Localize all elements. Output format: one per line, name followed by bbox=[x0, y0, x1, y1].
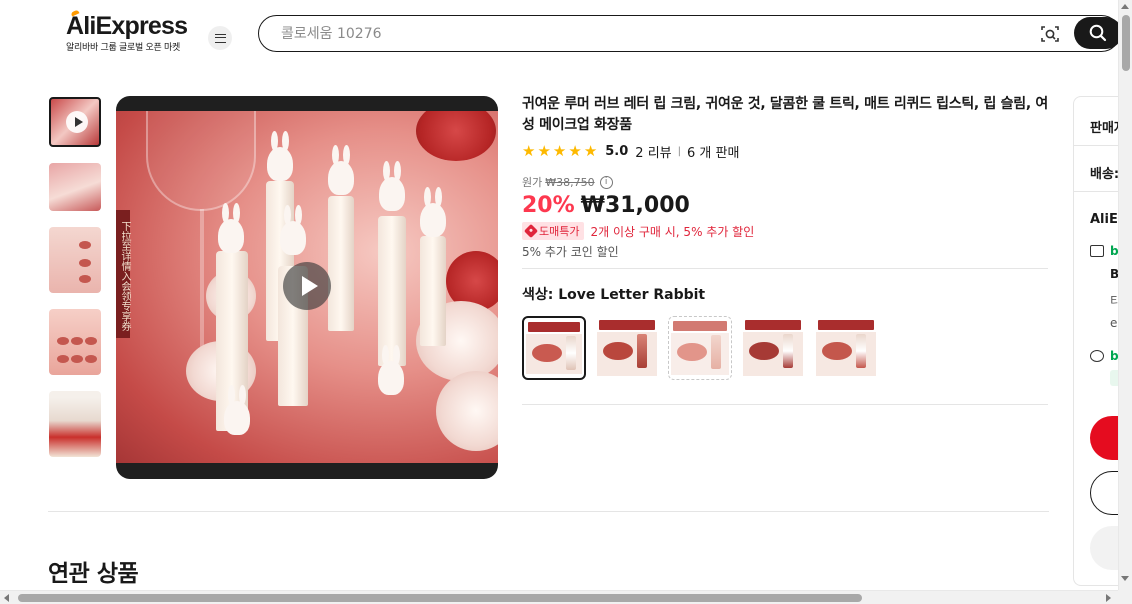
logo-tagline: 알리바바 그룹 글로벌 오픈 마켓 bbox=[66, 43, 180, 53]
logo-wordmark: AliExpress bbox=[66, 9, 188, 40]
scroll-down-icon[interactable] bbox=[1121, 576, 1129, 581]
product-info: 귀여운 루머 러브 레터 립 크림, 귀여운 것, 달콤한 쿨 트릭, 매트 리… bbox=[522, 94, 1052, 260]
discount-percent: 20% bbox=[522, 193, 575, 218]
play-icon bbox=[66, 111, 88, 133]
promo-text: 2개 이상 구매 시, 5% 추가 할인 bbox=[590, 224, 755, 239]
coin-discount: 5% 추가 코인 할인 bbox=[522, 245, 619, 259]
search-input[interactable] bbox=[281, 24, 981, 44]
aliexpress-logo[interactable]: AliExpress 알리바바 그룹 글로벌 오픈 마켓 bbox=[66, 9, 188, 53]
scroll-left-icon[interactable] bbox=[4, 594, 9, 602]
shipping-label: 배송: bbox=[1090, 167, 1120, 182]
divider bbox=[522, 404, 1048, 405]
divider bbox=[522, 268, 1048, 269]
selected-color-name: Love Letter Rabbit bbox=[558, 287, 706, 303]
truck-icon bbox=[1090, 245, 1104, 257]
main-product-video[interactable]: 下拉至详情入会领专享券 bbox=[116, 96, 498, 479]
star-icon: ★ bbox=[583, 141, 598, 160]
color-swatch[interactable] bbox=[741, 316, 805, 380]
delivery-line: e bbox=[1110, 316, 1118, 330]
star-icon: ★ bbox=[568, 141, 582, 160]
thumbnail-video[interactable] bbox=[49, 97, 101, 147]
divider bbox=[48, 511, 1049, 512]
star-icon: ★ bbox=[522, 141, 536, 160]
star-icon: ★ bbox=[552, 141, 567, 160]
star-icon: ★ bbox=[537, 141, 551, 160]
promo-row: 도매특가 2개 이상 구매 시, 5% 추가 할인 bbox=[522, 222, 1052, 240]
scroll-up-icon[interactable] bbox=[1121, 4, 1129, 9]
review-count-link[interactable]: 2 리뷰 bbox=[635, 142, 671, 161]
header: AliExpress 알리바바 그룹 글로벌 오픈 마켓 bbox=[0, 0, 1122, 70]
color-swatch[interactable] bbox=[668, 316, 732, 380]
scrollbar-thumb[interactable] bbox=[1122, 15, 1130, 71]
search-button[interactable] bbox=[1074, 17, 1122, 49]
color-swatch[interactable] bbox=[814, 316, 878, 380]
search-bar bbox=[258, 15, 1122, 52]
scroll-right-icon[interactable] bbox=[1106, 594, 1111, 602]
original-price-label: 원가 bbox=[522, 176, 543, 189]
play-video-button[interactable] bbox=[283, 262, 331, 310]
original-price-row: 원가 ₩38,750 i bbox=[522, 174, 1052, 190]
separator: | bbox=[677, 145, 681, 157]
menu-button[interactable] bbox=[208, 26, 232, 50]
color-label: 색상: Love Letter Rabbit bbox=[522, 287, 706, 303]
sold-count: 6 개 판매 bbox=[687, 145, 740, 161]
price-row: 20% ₩31,000 bbox=[522, 193, 1052, 218]
thumbnail-image[interactable] bbox=[49, 227, 101, 293]
menu-icon bbox=[214, 33, 226, 43]
thumbnail-list bbox=[49, 97, 101, 473]
rating-value: 5.0 bbox=[605, 143, 629, 159]
vertical-scrollbar[interactable] bbox=[1118, 0, 1132, 590]
promo-badge-label: 도매특가 bbox=[539, 225, 580, 238]
side-banner-text: 下拉至详情入会领专享券 bbox=[116, 210, 130, 338]
aliexpress-service-label: AliE bbox=[1090, 212, 1118, 227]
scrollbar-corner bbox=[1118, 590, 1132, 604]
camera-search-icon[interactable] bbox=[1040, 24, 1060, 44]
scrollbar-thumb[interactable] bbox=[18, 594, 862, 602]
horizontal-scrollbar[interactable] bbox=[0, 590, 1118, 604]
color-swatches bbox=[522, 316, 878, 380]
original-price: ₩38,750 bbox=[545, 175, 595, 189]
color-swatch[interactable] bbox=[595, 316, 659, 380]
thumbnail-image[interactable] bbox=[49, 163, 101, 211]
thumbnail-image[interactable] bbox=[49, 391, 101, 457]
promo-badge: 도매특가 bbox=[522, 222, 585, 240]
sale-price: ₩31,000 bbox=[580, 193, 690, 218]
thumbnail-image[interactable] bbox=[49, 309, 101, 375]
shield-icon bbox=[1090, 350, 1104, 362]
related-products-title: 연관 상품 bbox=[48, 561, 139, 587]
color-swatch[interactable] bbox=[522, 316, 586, 380]
search-icon bbox=[1089, 24, 1107, 42]
product-title: 귀여운 루머 러브 레터 립 크림, 귀여운 것, 달콤한 쿨 트릭, 매트 리… bbox=[522, 96, 1048, 133]
info-icon[interactable]: i bbox=[599, 175, 613, 189]
star-rating: ★ ★ ★ ★ ★ bbox=[522, 141, 598, 160]
tag-icon bbox=[523, 223, 539, 239]
rating-row: ★ ★ ★ ★ ★ 5.0 2 리뷰 | 6 개 판매 bbox=[522, 141, 1052, 161]
